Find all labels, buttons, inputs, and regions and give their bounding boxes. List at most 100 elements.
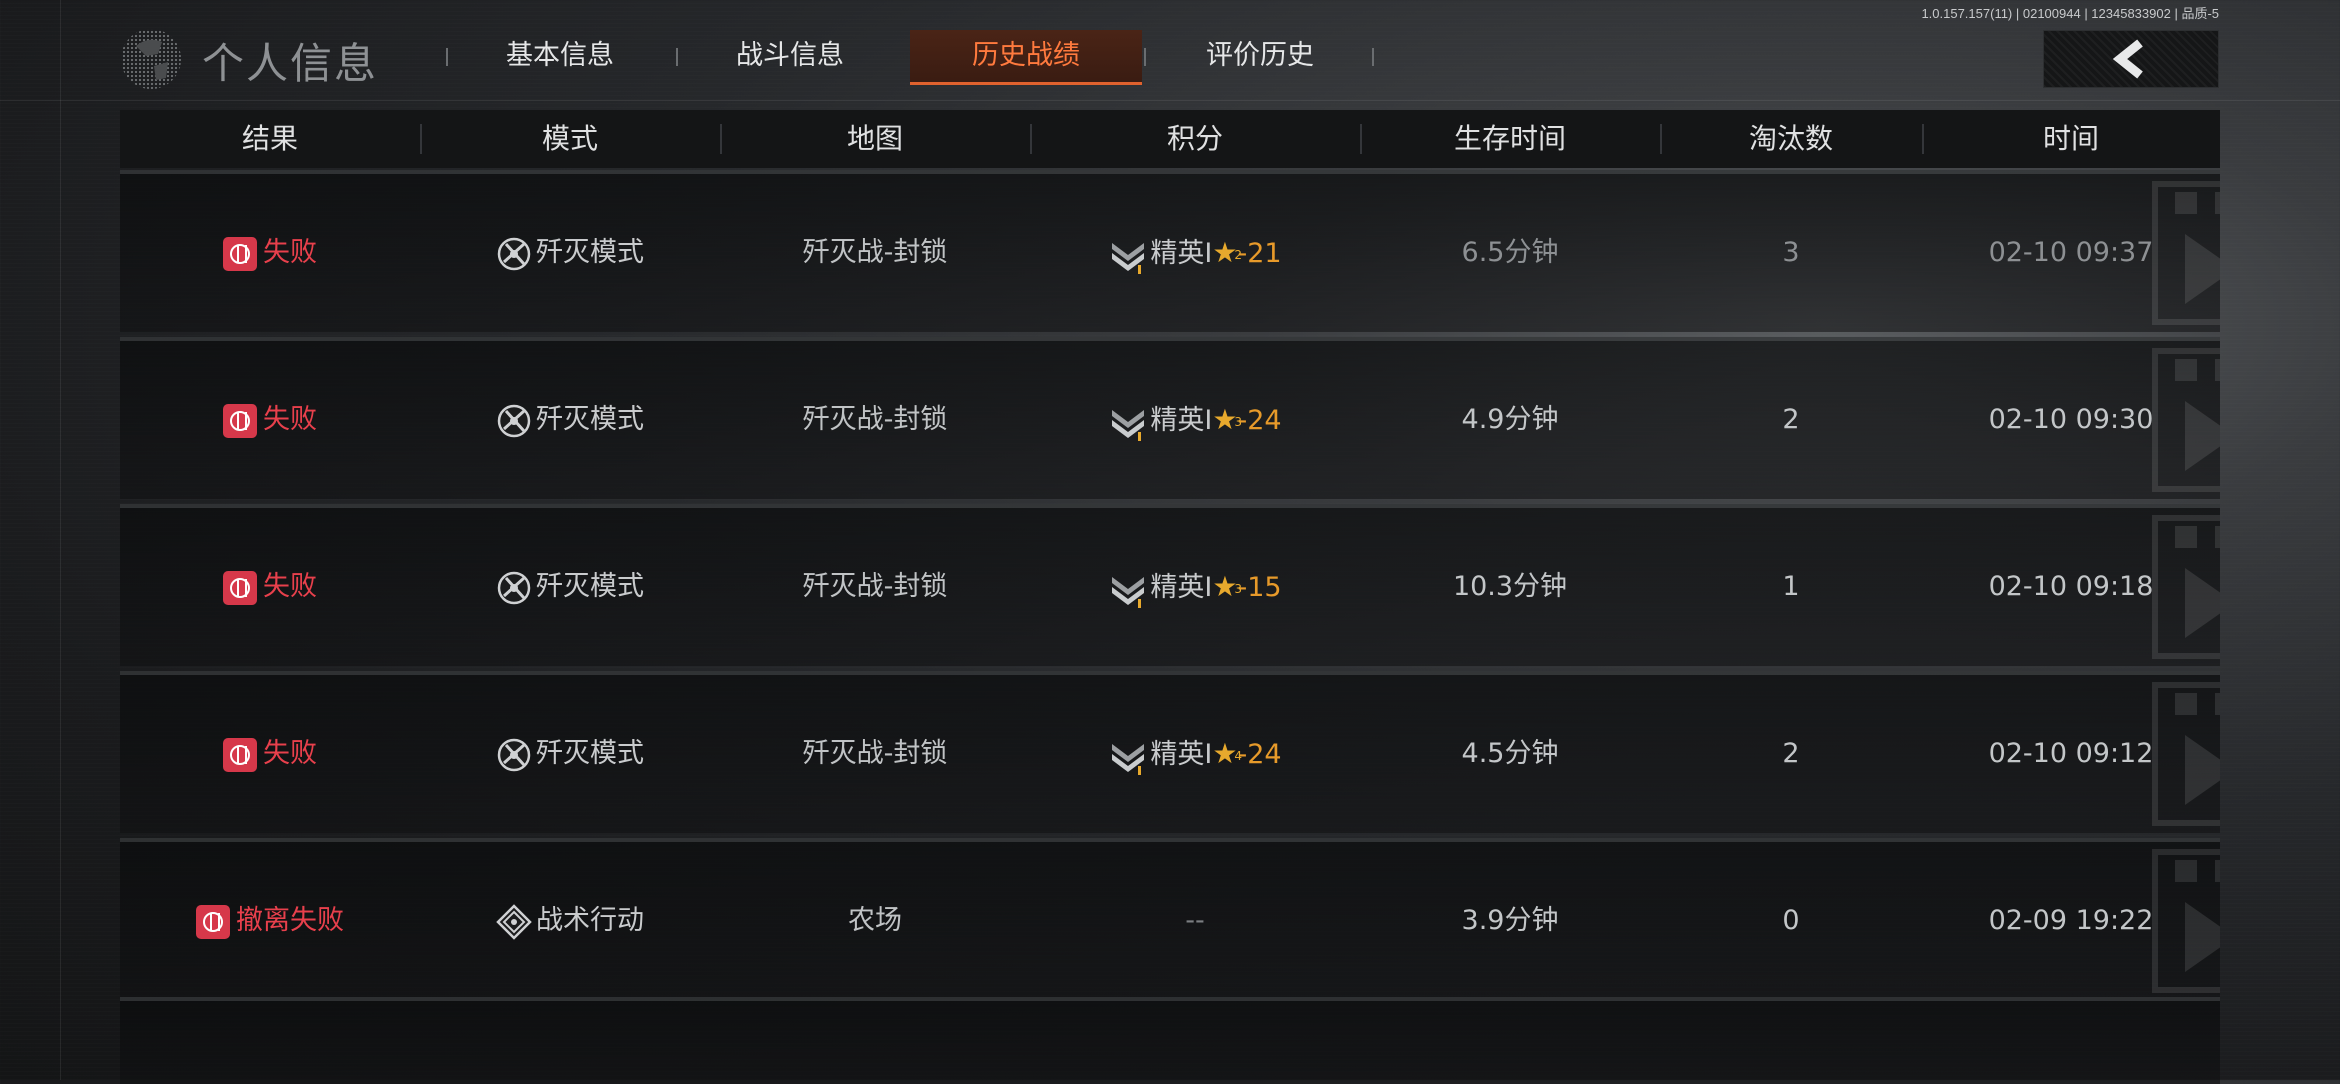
result-label: 失败 bbox=[263, 571, 317, 602]
crossed-rifles-icon bbox=[497, 571, 531, 604]
survival-time-cell: 4.5分钟 bbox=[1461, 738, 1559, 769]
globe-logo-icon bbox=[118, 26, 192, 92]
diamond-target-icon bbox=[496, 903, 532, 940]
column-header-kills: 淘汰数 bbox=[1748, 122, 1833, 155]
time-cell: 02-10 09:18 bbox=[1988, 571, 2154, 602]
time-cell: 02-10 09:37 bbox=[1988, 237, 2154, 268]
result-label: 失败 bbox=[263, 237, 317, 268]
elite-rank-chevron-icon bbox=[1112, 576, 1145, 608]
tab-basic-info[interactable]: 基本信息 bbox=[470, 30, 650, 82]
time-cell: 02-09 19:22 bbox=[1988, 905, 2154, 936]
survival-time-cell: 3.9分钟 bbox=[1461, 905, 1559, 936]
back-button[interactable] bbox=[2043, 30, 2219, 88]
tab-separator bbox=[676, 48, 678, 66]
table-row[interactable]: 失败 歼灭模式 歼灭战-封锁 精英I★ 2 -21 6.5分钟 3 02-10 09:37 bbox=[120, 170, 2220, 332]
tab-rating-history[interactable]: 评价历史 bbox=[1170, 30, 1350, 82]
score-cell: 精英I★ 4 -24 bbox=[1030, 675, 1360, 833]
chevron-left-icon bbox=[2112, 39, 2143, 79]
result-cell: 撤离失败 bbox=[120, 842, 420, 1000]
table-header: 结果 模式 地图 积分 生存时间 淘汰数 时间 bbox=[120, 110, 2220, 168]
left-frame-line bbox=[60, 0, 61, 1080]
mode-label: 歼灭模式 bbox=[536, 404, 644, 435]
tab-separator bbox=[446, 48, 448, 66]
score-delta: -21 bbox=[1237, 238, 1282, 269]
fail-icon bbox=[223, 570, 257, 605]
top-bar: 个人信息 基本信息 战斗信息 历史战绩 评价历史 1.0.157.157(11)… bbox=[0, 0, 2340, 100]
mode-cell: 战术行动 bbox=[420, 842, 720, 1000]
kills-cell: 2 bbox=[1782, 404, 1800, 435]
mode-cell: 歼灭模式 bbox=[420, 174, 720, 332]
column-header-score: 积分 bbox=[1166, 122, 1223, 155]
column-header-map: 地图 bbox=[846, 122, 903, 155]
survival-time-cell: 10.3分钟 bbox=[1452, 571, 1568, 602]
kills-cell: 1 bbox=[1782, 571, 1800, 602]
result-label: 失败 bbox=[263, 738, 317, 769]
elite-rank-chevron-icon bbox=[1112, 409, 1145, 441]
tab-battle-info[interactable]: 战斗信息 bbox=[700, 30, 880, 82]
survival-time-cell: 6.5分钟 bbox=[1461, 237, 1559, 268]
tab-separator bbox=[1144, 48, 1146, 66]
version-info: 1.0.157.157(11) | 02100944 | 12345833902… bbox=[1921, 6, 2219, 21]
crossed-rifles-icon bbox=[497, 738, 531, 771]
mode-label: 战术行动 bbox=[536, 905, 644, 936]
score-cell: -- bbox=[1030, 842, 1360, 1000]
result-cell: 失败 bbox=[120, 174, 420, 332]
result-cell: 失败 bbox=[120, 675, 420, 833]
column-header-result: 结果 bbox=[241, 122, 298, 155]
score-delta: -24 bbox=[1237, 405, 1282, 436]
table-row[interactable]: 撤离失败 战术行动 农场 -- 3.9分钟 0 02-09 19:22 bbox=[120, 838, 2220, 1000]
result-label: 撤离失败 bbox=[236, 905, 344, 936]
map-cell: 歼灭战-封锁 bbox=[802, 237, 948, 268]
mode-label: 歼灭模式 bbox=[536, 738, 644, 769]
table-row[interactable]: 失败 歼灭模式 歼灭战-封锁 精英I★ 3 -24 4.9分钟 2 02-10 09:30 bbox=[120, 337, 2220, 499]
score-cell: 精英I★ 3 -24 bbox=[1030, 341, 1360, 499]
map-cell: 歼灭战-封锁 bbox=[802, 571, 948, 602]
time-cell: 02-10 09:12 bbox=[1988, 738, 2154, 769]
kills-cell: 3 bbox=[1782, 237, 1800, 268]
fail-icon bbox=[223, 737, 257, 772]
rank-label: 精英I bbox=[1150, 572, 1213, 603]
column-header-mode: 模式 bbox=[541, 122, 598, 155]
rank-label: 精英I bbox=[1150, 405, 1213, 436]
score-delta: -15 bbox=[1237, 572, 1282, 603]
tab-separator bbox=[1372, 48, 1374, 66]
map-cell: 歼灭战-封锁 bbox=[802, 404, 948, 435]
star-icon: ★ 4 bbox=[1212, 675, 1242, 833]
fail-icon bbox=[223, 236, 257, 271]
star-level: 3 bbox=[1234, 415, 1243, 429]
mode-cell: 歼灭模式 bbox=[420, 675, 720, 833]
star-icon: ★ 2 bbox=[1212, 174, 1242, 332]
mode-cell: 歼灭模式 bbox=[420, 341, 720, 499]
time-cell: 02-10 09:30 bbox=[1988, 404, 2154, 435]
mode-cell: 歼灭模式 bbox=[420, 508, 720, 666]
table-row-partial bbox=[120, 997, 2220, 1084]
table-row[interactable]: 失败 歼灭模式 歼灭战-封锁 精英I★ 3 -15 10.3分钟 1 02-10 09:18 bbox=[120, 504, 2220, 666]
column-header-time: 时间 bbox=[2042, 122, 2099, 155]
result-label: 失败 bbox=[263, 404, 317, 435]
kills-cell: 0 bbox=[1782, 905, 1800, 936]
map-cell: 歼灭战-封锁 bbox=[802, 738, 948, 769]
map-cell: 农场 bbox=[848, 905, 902, 936]
table-row[interactable]: 失败 歼灭模式 歼灭战-封锁 精英I★ 4 -24 4.5分钟 2 02-10 09:12 bbox=[120, 671, 2220, 833]
score-empty: -- bbox=[1185, 905, 1205, 936]
kills-cell: 2 bbox=[1782, 738, 1800, 769]
tab-match-history[interactable]: 历史战绩 bbox=[910, 30, 1142, 85]
page-title: 个人信息 bbox=[202, 39, 379, 88]
rank-label: 精英I bbox=[1150, 238, 1213, 269]
fail-icon bbox=[223, 403, 257, 438]
survival-time-cell: 4.9分钟 bbox=[1461, 404, 1559, 435]
star-level: 4 bbox=[1234, 749, 1243, 763]
elite-rank-chevron-icon bbox=[1112, 242, 1145, 274]
column-header-survival: 生存时间 bbox=[1453, 122, 1566, 155]
star-icon: ★ 3 bbox=[1212, 341, 1242, 499]
rank-label: 精英I bbox=[1150, 739, 1213, 770]
result-cell: 失败 bbox=[120, 341, 420, 499]
score-cell: 精英I★ 2 -21 bbox=[1030, 174, 1360, 332]
crossed-rifles-icon bbox=[497, 237, 531, 270]
result-cell: 失败 bbox=[120, 508, 420, 666]
mode-label: 歼灭模式 bbox=[536, 571, 644, 602]
star-level: 3 bbox=[1234, 582, 1243, 596]
top-divider bbox=[0, 100, 2340, 101]
fail-icon bbox=[196, 904, 230, 939]
crossed-rifles-icon bbox=[497, 404, 531, 437]
